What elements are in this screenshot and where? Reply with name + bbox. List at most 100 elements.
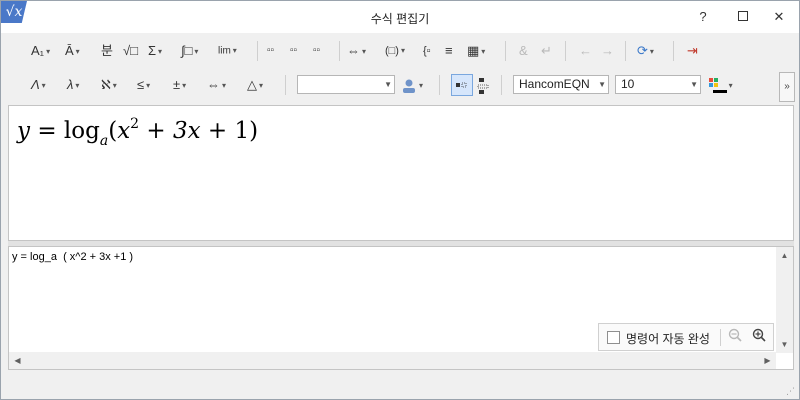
autocomplete-checkbox[interactable]: [607, 331, 620, 344]
limit-icon: lim: [218, 45, 231, 57]
misc-symbol-button[interactable]: △ ▾: [247, 71, 263, 99]
stacked-layout-icon: [477, 77, 489, 94]
size-combo[interactable]: 10 ▼: [615, 75, 701, 94]
stacked-layout-button[interactable]: [475, 71, 491, 99]
close-button[interactable]: ✕: [761, 1, 797, 33]
greek-lower-icon: λ: [67, 77, 74, 92]
zoom-out-button[interactable]: [725, 328, 745, 348]
equation-editor-window: √x 수식 편집기 ? ✕ A₁ ▾ Ā ▾ 분 √□ Σ ▾ ∫□ ▾ lim ▾ ▫▫…: [0, 0, 800, 400]
text-color-button[interactable]: ▾: [707, 71, 737, 99]
toolbar-separator: [339, 41, 340, 61]
vertical-scrollbar[interactable]: ▲ ▼: [776, 247, 793, 353]
integral-button[interactable]: ∫□ ▾: [181, 37, 198, 65]
formula-one: 1: [234, 118, 250, 144]
greek-upper-icon: Λ: [31, 77, 40, 92]
formula-lhs: y: [17, 118, 30, 144]
root-button[interactable]: √□: [123, 37, 138, 65]
fraction-button[interactable]: 분: [101, 37, 113, 65]
toolbar-area: A₁ ▾ Ā ▾ 분 √□ Σ ▾ ∫□ ▾ lim ▾ ▫▫ ▫▫ ▫▫ ⇔ ▾ (□) ▾…: [1, 33, 799, 103]
style-combo[interactable]: ▼: [297, 75, 395, 94]
toolbar-separator: [285, 75, 286, 95]
special-char-button[interactable]: ℵ ▾: [101, 71, 117, 99]
font-combo[interactable]: HancomEQN ▼: [513, 75, 609, 94]
toolbar-separator: [625, 41, 626, 61]
newline-button[interactable]: ↵: [541, 37, 552, 65]
arrow-button[interactable]: ⇔ ▾: [207, 71, 226, 99]
inline-layout-icon: [456, 82, 467, 88]
greek-upper-button[interactable]: Λ ▾: [31, 71, 46, 99]
formula-plus-1: +: [146, 118, 166, 144]
fraction-icon: 분: [101, 43, 113, 58]
autocomplete-panel: 명령어 자동 완성: [598, 323, 774, 351]
toolbar-overflow-button[interactable]: »: [779, 72, 795, 102]
chevron-down-icon: ▼: [690, 80, 698, 89]
title-bar: √x 수식 편집기 ? ✕: [1, 1, 799, 33]
formula-open-paren: (: [108, 118, 118, 144]
scroll-up-icon[interactable]: ▲: [776, 247, 793, 264]
formula-plus-2: +: [207, 118, 228, 144]
scroll-right-icon[interactable]: ▶: [759, 352, 776, 369]
zoom-in-button[interactable]: [749, 328, 769, 348]
font-combo-value: HancomEQN: [519, 77, 590, 91]
window-title: 수식 편집기: [370, 12, 430, 26]
operator-icon: ±: [173, 77, 181, 92]
cases-icon: {▫: [423, 45, 431, 57]
horizontal-scrollbar[interactable]: ◀ ▶: [9, 352, 776, 369]
redo-button[interactable]: →: [601, 37, 614, 65]
limit-button[interactable]: lim ▾: [218, 37, 237, 65]
matrix-1-button[interactable]: ▫▫: [267, 37, 274, 65]
matrix-3-button[interactable]: ▫▫: [313, 37, 320, 65]
script-text[interactable]: y = log_a ( x^2 + 3x +1 ): [12, 251, 133, 263]
formula-term: 3x: [173, 118, 201, 144]
align-button[interactable]: ≡: [445, 37, 453, 65]
convert-button[interactable]: ⟳ ▾: [637, 37, 654, 65]
cases-button[interactable]: {▫: [423, 37, 431, 65]
toolbar-separator: [565, 41, 566, 61]
arrow-layout-icon: ⇔: [347, 43, 360, 58]
relation-button[interactable]: ≤ ▾: [137, 71, 150, 99]
scroll-down-icon[interactable]: ▼: [776, 336, 793, 353]
equation-preview: y = loga(x2 + 3x + 1): [8, 105, 794, 241]
font-style-button[interactable]: A₁ ▾: [31, 37, 50, 65]
autocomplete-label[interactable]: 명령어 자동 완성: [626, 330, 710, 347]
user-symbol-button[interactable]: ▾: [401, 71, 423, 99]
accent-icon: Ā: [65, 43, 74, 58]
layout-mode-button[interactable]: [451, 74, 473, 96]
exit-icon: ⇥: [687, 43, 698, 58]
ampersand-button[interactable]: &: [519, 37, 528, 65]
formula-log: log: [63, 118, 100, 144]
root-icon: √□: [123, 43, 138, 58]
help-button[interactable]: ?: [685, 1, 721, 33]
rendered-formula: y = loga(x2 + 3x + 1): [17, 116, 258, 149]
person-icon: [403, 79, 415, 93]
grid-button[interactable]: ▦ ▾: [467, 37, 485, 65]
matrix-2-button[interactable]: ▫▫: [290, 37, 297, 65]
script-editor[interactable]: y = log_a ( x^2 + 3x +1 ) ▲ ▼ ◀ ▶ 명령어 자동…: [8, 246, 794, 370]
status-bar: ⋰: [1, 373, 799, 399]
newline-icon: ↵: [541, 43, 552, 58]
toolbar-separator: [501, 75, 502, 95]
maximize-icon: [738, 11, 748, 21]
ampersand-icon: &: [519, 43, 528, 58]
accent-button[interactable]: Ā ▾: [65, 37, 80, 65]
greek-lower-button[interactable]: λ ▾: [67, 71, 79, 99]
formula-x: x: [117, 118, 131, 144]
arrow-layout-button[interactable]: ⇔ ▾: [347, 37, 366, 65]
scroll-left-icon[interactable]: ◀: [9, 352, 26, 369]
sum-button[interactable]: Σ ▾: [148, 37, 162, 65]
undo-icon: ←: [579, 43, 592, 58]
align-icon: ≡: [445, 43, 453, 58]
misc-symbol-icon: △: [247, 77, 257, 92]
operator-button[interactable]: ± ▾: [173, 71, 186, 99]
formula-equals: =: [37, 118, 57, 144]
grid-icon: ▦: [467, 43, 480, 58]
resize-grip-icon[interactable]: ⋰: [786, 386, 796, 396]
sum-icon: Σ: [148, 43, 157, 58]
arrow-icon: ⇔: [207, 77, 220, 92]
text-color-swatch: [713, 90, 727, 93]
undo-button[interactable]: ←: [579, 37, 592, 65]
maximize-button[interactable]: [725, 1, 761, 33]
bracket-button[interactable]: (□) ▾: [385, 37, 405, 65]
matrix-2-icon: ▫▫: [290, 45, 298, 56]
exit-button[interactable]: ⇥: [687, 37, 698, 65]
